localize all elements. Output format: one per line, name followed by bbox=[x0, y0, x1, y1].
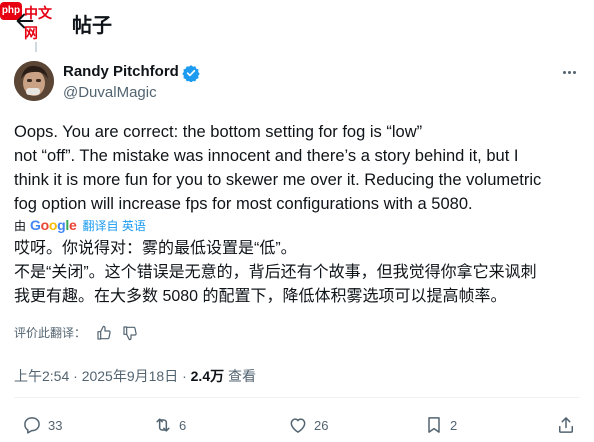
tweet-text-line: think it is more fun for you to skewer m… bbox=[14, 171, 542, 189]
translation-language-link[interactable]: 翻译自 英语 bbox=[83, 217, 146, 234]
bookmark-count: 2 bbox=[450, 417, 458, 433]
translated-text-line: 我更有趣。在大多数 5080 的配置下，降低体积雾选项可以提高帧率。 bbox=[14, 288, 507, 305]
thumbs-down-icon[interactable] bbox=[122, 325, 138, 341]
reply-button[interactable]: 33 bbox=[22, 415, 62, 435]
rate-translation: 评价此翻译： bbox=[14, 324, 138, 341]
like-count: 26 bbox=[314, 417, 329, 433]
rate-translation-label: 评价此翻译： bbox=[14, 326, 87, 340]
bookmark-button[interactable]: 2 bbox=[424, 415, 457, 435]
bookmark-icon bbox=[428, 417, 440, 433]
translation-attribution: 由 Google 翻译自 英语 bbox=[14, 216, 146, 234]
verified-badge-icon bbox=[182, 64, 200, 83]
more-options-icon[interactable] bbox=[563, 65, 579, 79]
like-button[interactable]: 26 bbox=[288, 415, 328, 435]
heart-icon bbox=[290, 418, 306, 433]
tweet-timestamp[interactable]: 上午2:54 · 2025年9月18日 · bbox=[14, 368, 191, 384]
views-label: 查看 bbox=[224, 368, 256, 384]
translated-by-label: 由 bbox=[14, 218, 27, 233]
avatar[interactable] bbox=[14, 61, 54, 101]
share-icon bbox=[559, 417, 573, 433]
author-name[interactable]: Randy Pitchford bbox=[63, 63, 179, 80]
author-handle[interactable]: @DuvalMagic bbox=[63, 84, 157, 101]
tweet-text-line: Oops. You are correct: the bottom settin… bbox=[14, 123, 423, 141]
tweet-meta: 上午2:54 · 2025年9月18日 · 2.4万 查看 bbox=[14, 366, 256, 386]
translated-text-line: 不是“关闭”。这个错误是无意的，背后还有个故事，但我觉得你拿它来讽刺 bbox=[14, 264, 537, 281]
back-arrow-icon[interactable] bbox=[14, 10, 36, 32]
google-logo: Google bbox=[30, 217, 77, 233]
retweet-icon bbox=[156, 418, 170, 432]
share-button[interactable] bbox=[556, 415, 576, 435]
tweet-text-line: fog option will increase fps for most co… bbox=[14, 195, 473, 213]
reply-icon bbox=[24, 417, 40, 434]
thread-connector-line bbox=[35, 42, 37, 52]
views-count: 2.4万 bbox=[190, 368, 225, 384]
divider bbox=[14, 397, 580, 398]
retweet-button[interactable]: 6 bbox=[153, 415, 186, 435]
thumbs-up-icon[interactable] bbox=[96, 325, 112, 341]
tweet-text-line: not “off”. The mistake was innocent and … bbox=[14, 147, 519, 165]
page-title: 帖子 bbox=[72, 15, 112, 37]
retweet-count: 6 bbox=[179, 417, 187, 433]
reply-count: 33 bbox=[48, 417, 63, 433]
translated-text-line: 哎呀。你说得对：雾的最低设置是“低”。 bbox=[14, 240, 297, 257]
